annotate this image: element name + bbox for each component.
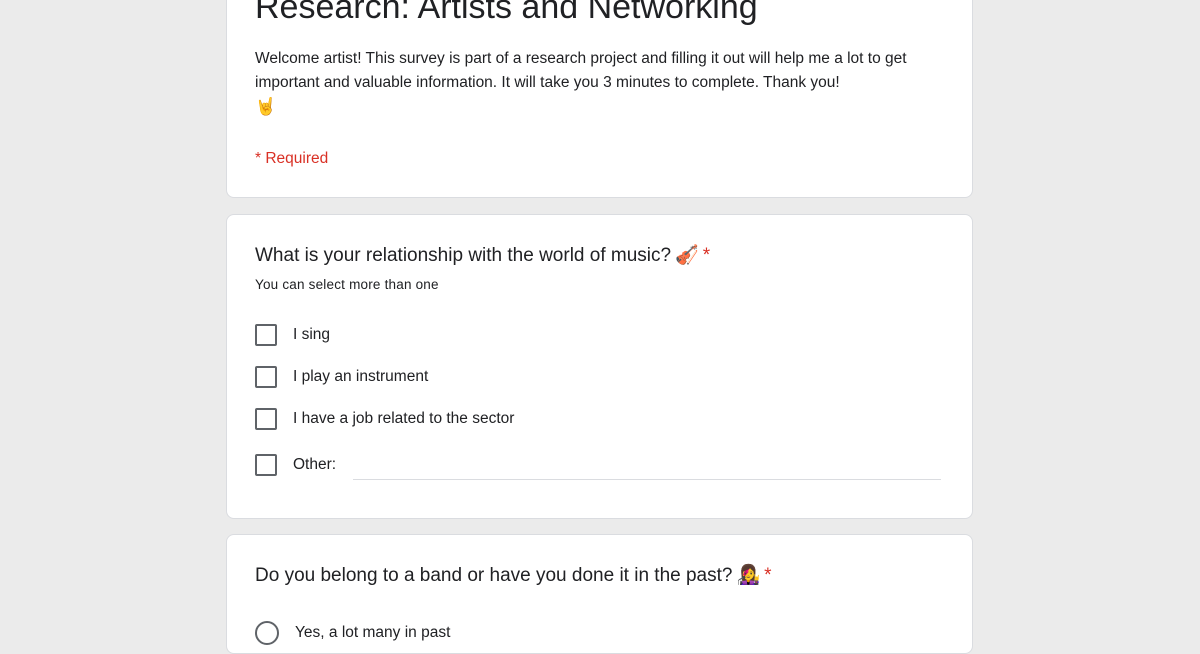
option-job-related[interactable]: I have a job related to the sector — [255, 407, 514, 431]
required-asterisk: * — [702, 245, 711, 266]
question-title: Do you belong to a band or have you done… — [255, 564, 772, 588]
checkbox-icon[interactable] — [255, 408, 277, 430]
option-label: Other: — [293, 456, 337, 473]
question-title: What is your relationship with the world… — [255, 244, 710, 268]
singer-icon: 👩‍🎤 — [736, 565, 761, 586]
violin-icon: 🎻 — [675, 245, 699, 266]
question-help-text: You can select more than one — [255, 277, 439, 292]
question-title-text: What is your relationship with the world… — [255, 245, 672, 266]
form-description-text: Welcome artist! This survey is part of a… — [255, 50, 907, 91]
radio-icon[interactable] — [255, 621, 279, 645]
option-label: I sing — [293, 326, 331, 343]
required-asterisk: * — [764, 565, 772, 586]
required-note: * Required — [255, 150, 329, 167]
rock-hand-icon: 🤘 — [255, 97, 277, 116]
checkbox-icon[interactable] — [255, 454, 277, 476]
option-i-sing[interactable]: I sing — [255, 323, 330, 347]
question-title-text: Do you belong to a band or have you done… — [255, 565, 733, 586]
option-label: I play an instrument — [293, 368, 429, 385]
option-label: Yes, a lot many in past — [295, 624, 451, 641]
other-text-input[interactable] — [353, 455, 941, 480]
option-yes[interactable]: Yes, a lot many in past — [255, 621, 450, 645]
question-card-band: Do you belong to a band or have you done… — [226, 534, 973, 654]
checkbox-icon[interactable] — [255, 324, 277, 346]
option-other[interactable]: Other: — [255, 453, 336, 477]
checkbox-icon[interactable] — [255, 366, 277, 388]
form-description: Welcome artist! This survey is part of a… — [255, 47, 945, 120]
question-card-music-relationship: What is your relationship with the world… — [226, 214, 973, 519]
option-play-instrument[interactable]: I play an instrument — [255, 365, 428, 389]
option-label: I have a job related to the sector — [293, 410, 515, 427]
form-header-card: Research: Artists and Networking Welcome… — [226, 0, 973, 198]
form-title: Research: Artists and Networking — [255, 0, 758, 26]
